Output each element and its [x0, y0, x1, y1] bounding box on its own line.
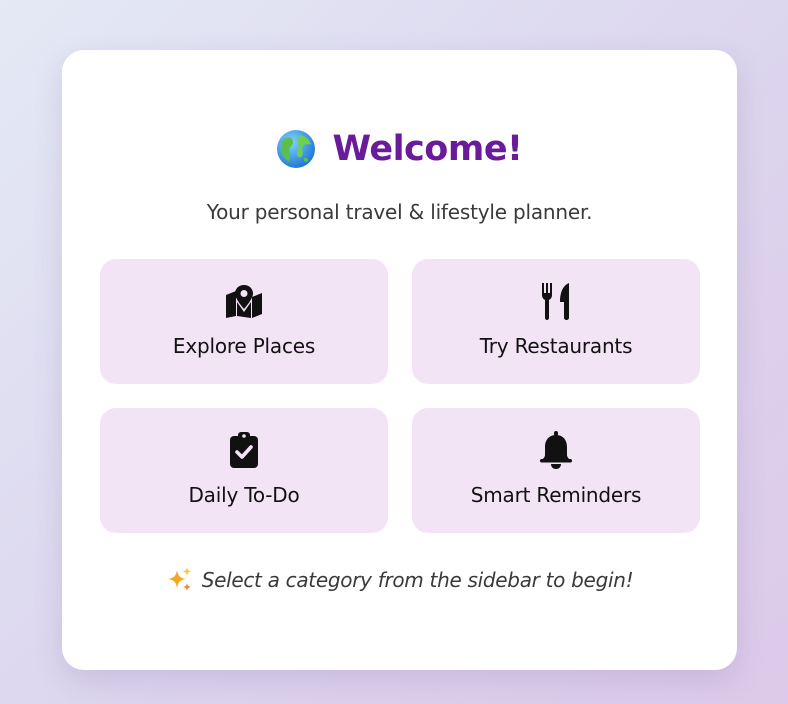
- page-subtitle: Your personal travel & lifestyle planner…: [206, 200, 593, 224]
- globe-icon: [276, 129, 316, 169]
- welcome-card: Welcome! Your personal travel & lifestyl…: [62, 50, 737, 670]
- tile-label: Try Restaurants: [479, 334, 633, 358]
- welcome-header: Welcome!: [62, 126, 737, 172]
- smart-reminders-tile[interactable]: Smart Reminders: [412, 408, 700, 533]
- fork-knife-icon: [412, 281, 700, 321]
- footer-hint-text: Select a category from the sidebar to be…: [201, 568, 634, 592]
- explore-places-tile[interactable]: Explore Places: [100, 259, 388, 384]
- daily-todo-tile[interactable]: Daily To-Do: [100, 408, 388, 533]
- tile-label: Daily To-Do: [188, 483, 300, 507]
- try-restaurants-tile[interactable]: Try Restaurants: [412, 259, 700, 384]
- page-title: Welcome!: [332, 129, 523, 169]
- clipboard-check-icon: [100, 430, 388, 470]
- map-pin-icon: [100, 281, 388, 321]
- tile-label: Explore Places: [172, 334, 316, 358]
- bell-icon: [412, 430, 700, 470]
- sparkles-icon: [166, 566, 194, 594]
- tile-label: Smart Reminders: [470, 483, 642, 507]
- footer-hint: Select a category from the sidebar to be…: [62, 566, 737, 594]
